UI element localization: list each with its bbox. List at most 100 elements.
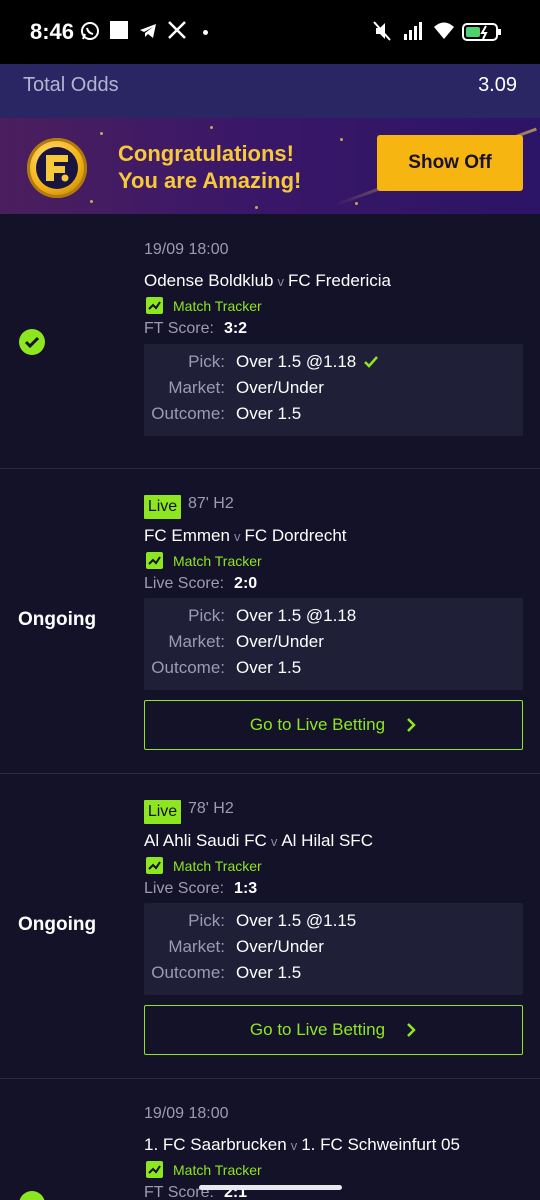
total-odds-bar: Total Odds 3.09: [0, 64, 540, 118]
away-team: FC Dordrecht: [244, 526, 347, 545]
outcome-label: Outcome:: [151, 963, 225, 982]
live-time: 87' H2: [188, 495, 234, 512]
match-tracker-link[interactable]: Match Tracker: [146, 297, 262, 314]
match-tracker-link[interactable]: Match Tracker: [146, 1161, 262, 1178]
away-team: Al Hilal SFC: [281, 831, 373, 850]
match-tracker-label: Match Tracker: [173, 297, 262, 314]
pick-value: Over 1.5 @1.18: [236, 606, 357, 625]
match-tracker-label: Match Tracker: [173, 1161, 262, 1178]
vs-label: v: [233, 529, 241, 544]
sparkle: [355, 202, 358, 205]
market-value: Over/Under: [236, 632, 324, 651]
outcome-label: Outcome:: [151, 404, 225, 423]
score-line: Live Score: 2:0: [144, 575, 257, 593]
sparkle: [90, 200, 93, 203]
away-team: 1. FC Schweinfurt 05: [301, 1135, 460, 1154]
wifi-icon: [434, 22, 454, 39]
live-badge: Live: [144, 495, 181, 519]
status-bar: 8:46: [0, 0, 540, 64]
match-time: 19/09 18:00: [144, 1105, 229, 1122]
live-badge: Live: [144, 800, 181, 824]
score-line: FT Score: 3:2: [144, 320, 247, 338]
home-team: Odense Boldklub: [144, 271, 274, 290]
vs-label: v: [277, 274, 284, 289]
pick-value: Over 1.5 @1.18: [236, 352, 357, 371]
score-line: Live Score: 1:3: [144, 880, 257, 898]
outcome-value: Over 1.5: [236, 658, 302, 677]
live-button-label: Go to Live Betting: [249, 1020, 386, 1039]
total-odds-label: Total Odds: [23, 74, 119, 96]
sparkle: [100, 132, 103, 135]
market-label: Market:: [168, 378, 225, 397]
bet-status: Ongoing: [18, 914, 97, 935]
whatsapp-icon: [81, 22, 99, 40]
banner-line-2: You are Amazing!: [118, 168, 302, 193]
match-teams[interactable]: FC Emmen v FC Dordrecht: [144, 526, 347, 546]
pick-label: Pick:: [188, 352, 225, 371]
total-odds-value: 3.09: [478, 74, 517, 96]
bet-card: Ongoing Live 78' H2 Al Ahli Saudi FC v Al …: [0, 774, 540, 1079]
home-team: FC Emmen: [144, 526, 230, 545]
battery-icon: [462, 23, 501, 41]
score-label: Live Score:: [144, 880, 225, 897]
match-teams[interactable]: Odense Boldklub v FC Fredericia: [144, 271, 391, 291]
outcome-value: Over 1.5: [236, 963, 302, 982]
market-label: Market:: [168, 937, 225, 956]
score-value: 2:0: [234, 575, 258, 592]
bet-card: 19/09 18:00 Odense Boldklub v FC Frederici…: [0, 214, 540, 469]
bet-card: Ongoing Live 87' H2 FC Emmen v FC Dordrech…: [0, 469, 540, 774]
pick-details: Pick: Over 1.5 @1.15 Market: Over/Under …: [144, 903, 523, 995]
notification-icon: [110, 21, 128, 39]
bet-card: 19/09 18:00 1. FC Saarbrucken v 1. FC Schw…: [0, 1079, 540, 1200]
won-check-icon: [19, 1191, 45, 1200]
outcome-value: Over 1.5: [236, 404, 302, 423]
away-team: FC Fredericia: [287, 271, 391, 290]
sparkle: [210, 126, 213, 129]
home-team: Al Ahli Saudi FC: [144, 831, 267, 850]
match-tracker-label: Match Tracker: [173, 857, 262, 874]
score-value: 3:2: [223, 320, 248, 337]
pick-label: Pick:: [188, 911, 225, 930]
chevron-right-icon: [407, 718, 416, 732]
won-check-icon: [19, 329, 45, 355]
match-tracker-link[interactable]: Match Tracker: [146, 552, 262, 569]
sparkle: [340, 138, 343, 141]
brand-logo-icon: [27, 138, 87, 198]
home-indicator[interactable]: [199, 1185, 342, 1190]
pick-label: Pick:: [188, 606, 225, 625]
chart-trend-icon: [146, 297, 163, 314]
congratulations-banner: Congratulations! You are Amazing! Show O…: [0, 118, 540, 214]
pick-value: Over 1.5 @1.15: [236, 911, 357, 930]
match-teams[interactable]: Al Ahli Saudi FC v Al Hilal SFC: [144, 831, 373, 851]
go-to-live-betting-button[interactable]: Go to Live Betting: [144, 1005, 523, 1055]
chart-trend-icon: [146, 1161, 163, 1178]
more-notifications-icon: [203, 30, 208, 35]
market-label: Market:: [168, 632, 225, 651]
show-off-button[interactable]: Show Off: [377, 135, 523, 191]
go-to-live-betting-button[interactable]: Go to Live Betting: [144, 700, 523, 750]
chevron-right-icon: [407, 1023, 416, 1037]
match-teams[interactable]: 1. FC Saarbrucken v 1. FC Schweinfurt 05: [144, 1135, 460, 1155]
home-team: 1. FC Saarbrucken: [144, 1135, 287, 1154]
status-time: 8:46: [30, 19, 75, 44]
chart-trend-icon: [146, 552, 163, 569]
score-value: 1:3: [234, 880, 258, 897]
x-icon: [168, 21, 186, 39]
vs-label: v: [270, 834, 278, 849]
live-button-label: Go to Live Betting: [249, 715, 386, 734]
outcome-label: Outcome:: [151, 658, 225, 677]
sparkle: [255, 206, 258, 209]
vs-label: v: [290, 1138, 298, 1153]
signal-icon: [404, 22, 422, 40]
score-label: Live Score:: [144, 575, 225, 592]
check-icon: [364, 356, 378, 368]
match-time: 19/09 18:00: [144, 241, 229, 258]
market-value: Over/Under: [236, 937, 324, 956]
banner-line-1: Congratulations!: [118, 141, 294, 166]
pick-details: Pick: Over 1.5 @1.18 Market: Over/Under …: [144, 598, 523, 690]
banner-message: Congratulations! You are Amazing!: [118, 140, 301, 194]
chart-trend-icon: [146, 857, 163, 874]
score-label: FT Score:: [144, 320, 214, 337]
market-value: Over/Under: [236, 378, 324, 397]
match-tracker-link[interactable]: Match Tracker: [146, 857, 262, 874]
